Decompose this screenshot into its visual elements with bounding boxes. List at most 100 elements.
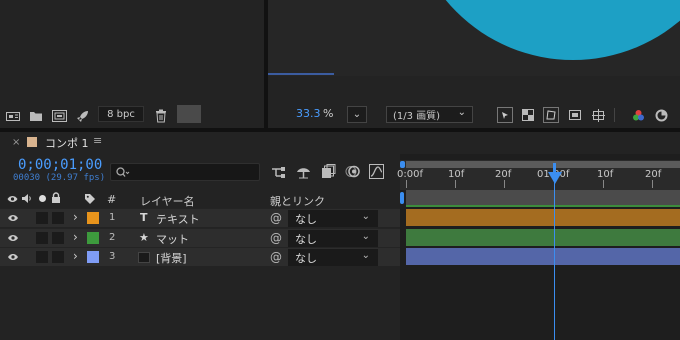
current-timecode[interactable]: 0;00;01;00 bbox=[18, 157, 102, 173]
playhead-line[interactable] bbox=[554, 172, 555, 340]
transparency-grid-icon[interactable] bbox=[520, 107, 536, 123]
toolbar-separator bbox=[614, 108, 615, 122]
layer-name-header[interactable]: レイヤー名 bbox=[140, 193, 195, 209]
chevron-right-icon[interactable]: › bbox=[73, 230, 78, 244]
layer-name[interactable]: テキスト bbox=[156, 211, 200, 227]
work-area-start-handle[interactable] bbox=[400, 161, 405, 168]
viewer-footer: 33.3 % ⌄ (1/3 画質) ⌄ bbox=[268, 104, 680, 128]
layer-row-1[interactable]: › 1 T テキスト @ なし ⌄ bbox=[0, 208, 400, 227]
interpret-footage-icon[interactable] bbox=[5, 109, 21, 123]
lock-switch[interactable] bbox=[52, 251, 64, 263]
eye-icon[interactable] bbox=[7, 253, 19, 261]
chevron-right-icon[interactable]: › bbox=[73, 249, 78, 263]
shape-layer-star-icon: ★ bbox=[139, 231, 149, 244]
lock-switch[interactable] bbox=[52, 232, 64, 244]
search-field[interactable] bbox=[133, 165, 253, 179]
pickwhip-icon[interactable]: @ bbox=[270, 231, 282, 245]
chevron-down-icon: ⌄ bbox=[457, 107, 466, 118]
layer-search-input[interactable] bbox=[110, 163, 260, 181]
layer-number: 3 bbox=[109, 251, 116, 262]
chevron-right-icon[interactable]: › bbox=[73, 210, 78, 224]
work-area-bar[interactable] bbox=[406, 161, 680, 168]
audio-icon[interactable] bbox=[21, 193, 33, 204]
ruler-tick bbox=[406, 180, 407, 188]
frame-count-fps: 00030 (29.97 fps) bbox=[13, 173, 106, 183]
eye-icon[interactable] bbox=[7, 234, 19, 242]
panel-menu-icon[interactable]: ≡ bbox=[93, 134, 102, 147]
solo-switch[interactable] bbox=[36, 251, 48, 263]
layer-row-2[interactable]: › 2 ★ マット @ なし ⌄ bbox=[0, 228, 400, 247]
layer-name[interactable]: マット bbox=[156, 231, 189, 247]
eye-icon[interactable] bbox=[7, 195, 18, 203]
pickwhip-icon[interactable]: @ bbox=[270, 211, 282, 225]
ruler-tick bbox=[455, 180, 456, 188]
ruler-tick bbox=[652, 180, 653, 188]
work-area-track bbox=[406, 190, 680, 206]
solo-switch[interactable] bbox=[36, 212, 48, 224]
safe-margins-icon[interactable] bbox=[590, 107, 606, 123]
region-of-interest-icon[interactable] bbox=[567, 107, 583, 123]
new-composition-icon[interactable] bbox=[51, 109, 67, 123]
close-tab-button[interactable]: × bbox=[12, 137, 20, 148]
layer-number-header: # bbox=[107, 193, 117, 206]
resolution-dropdown[interactable]: (1/3 画質) ⌄ bbox=[386, 106, 473, 123]
lock-switch[interactable] bbox=[52, 212, 64, 224]
reset-exposure-icon[interactable] bbox=[653, 107, 669, 123]
graph-editor-icon[interactable] bbox=[369, 164, 384, 179]
color-channel-icon[interactable] bbox=[630, 107, 646, 123]
motion-blur-icon[interactable] bbox=[345, 164, 360, 179]
layer-row-3[interactable]: › 3 [背景] @ なし ⌄ bbox=[0, 247, 400, 266]
playhead-handle[interactable] bbox=[548, 172, 562, 184]
zoom-value[interactable]: 33.3 bbox=[296, 107, 321, 120]
resolution-label: (1/3 画質) bbox=[393, 111, 441, 122]
label-color-chip[interactable] bbox=[87, 251, 99, 263]
ruler-tick-label: 20f bbox=[495, 169, 512, 180]
render-preview-line bbox=[406, 205, 680, 207]
pickwhip-icon[interactable]: @ bbox=[270, 250, 282, 264]
parent-value: なし bbox=[295, 251, 317, 265]
layer-name[interactable]: [背景] bbox=[156, 250, 187, 266]
fast-preview-icon[interactable] bbox=[497, 107, 513, 123]
label-color-chip[interactable] bbox=[87, 212, 99, 224]
parent-value: なし bbox=[295, 212, 317, 226]
layer-bar-1[interactable] bbox=[406, 209, 680, 226]
frame-blending-icon[interactable] bbox=[321, 164, 336, 179]
comp-flowchart-icon[interactable] bbox=[271, 165, 287, 179]
parent-value: なし bbox=[295, 232, 317, 246]
text-layer-icon: T bbox=[140, 211, 148, 224]
eye-icon[interactable] bbox=[7, 214, 19, 222]
color-swatch[interactable] bbox=[177, 105, 201, 123]
draft-3d-icon[interactable] bbox=[296, 165, 311, 179]
trash-icon[interactable] bbox=[154, 108, 168, 124]
ruler-tick-label: 10f bbox=[597, 169, 614, 180]
ruler-tick-label: 20f bbox=[645, 169, 662, 180]
label-color-chip[interactable] bbox=[87, 232, 99, 244]
project-footer: 8 bpc bbox=[0, 104, 264, 128]
comp-start-marker[interactable] bbox=[400, 192, 404, 204]
layer-column-header: # レイヤー名 親とリンク bbox=[0, 190, 400, 208]
mask-path-icon[interactable] bbox=[543, 107, 559, 123]
composition-canvas[interactable] bbox=[268, 0, 680, 76]
new-folder-icon[interactable] bbox=[28, 109, 44, 123]
parent-dropdown[interactable]: なし ⌄ bbox=[288, 249, 378, 266]
layer-number: 1 bbox=[109, 212, 116, 223]
render-rocket-icon[interactable] bbox=[75, 108, 91, 124]
parent-dropdown[interactable]: なし ⌄ bbox=[288, 210, 378, 227]
canvas-edge-line bbox=[268, 73, 334, 75]
bit-depth-button[interactable]: 8 bpc bbox=[98, 106, 144, 122]
solo-switch[interactable] bbox=[36, 232, 48, 244]
parent-dropdown[interactable]: なし ⌄ bbox=[288, 230, 378, 247]
zoom-dropdown[interactable]: ⌄ bbox=[347, 106, 367, 123]
solo-icon[interactable] bbox=[39, 195, 46, 202]
comp-circle-shape bbox=[408, 0, 680, 60]
solid-layer-icon bbox=[138, 252, 150, 263]
ruler-tick-label: 10f bbox=[448, 169, 465, 180]
layer-bar-3[interactable] bbox=[406, 248, 680, 265]
layer-bar-2[interactable] bbox=[406, 229, 680, 246]
label-tag-icon[interactable] bbox=[84, 193, 96, 205]
tab-composition[interactable]: コンポ 1 bbox=[45, 135, 89, 151]
composition-viewer: 33.3 % ⌄ (1/3 画質) ⌄ bbox=[268, 0, 680, 128]
chevron-down-icon: ⌄ bbox=[361, 211, 370, 222]
lock-icon[interactable] bbox=[51, 192, 61, 204]
empty-layer-area[interactable] bbox=[0, 267, 400, 340]
